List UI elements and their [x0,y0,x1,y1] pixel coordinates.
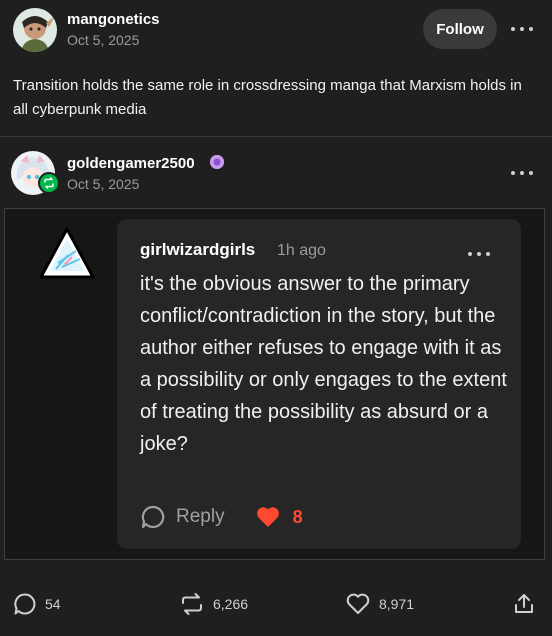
more-dots-icon[interactable] [468,250,490,258]
like-button[interactable]: 8,971 [345,590,414,618]
reblog-date: Oct 5, 2025 [67,176,140,192]
post-text: Transition holds the same role in crossd… [13,77,522,118]
more-dots-icon[interactable] [511,25,533,33]
heart-icon [346,593,370,614]
comments-button[interactable]: 54 [13,590,61,618]
reblog-button[interactable]: 6,266 [179,590,248,618]
reblog-badge-icon [38,172,60,194]
post-footer: 54 6,266 8,971 [0,590,552,620]
reply-author-username[interactable]: girlwizardgirls [140,240,255,260]
reply-body: it's the obvious answer to the primary c… [140,273,507,455]
reply-button[interactable]: Reply [176,506,225,528]
share-icon [515,594,533,613]
speech-bubble-icon[interactable] [140,504,166,530]
blog-badge-icon [210,155,224,169]
more-dots-icon[interactable] [511,169,533,177]
author-avatar[interactable] [13,8,57,52]
post-header: mangonetics Oct 5, 2025 Follow [0,0,552,60]
follow-button[interactable]: Follow [423,9,497,49]
share-button[interactable] [512,590,536,618]
heart-icon[interactable] [255,505,281,529]
reblogger-username[interactable]: goldengamer2500 [67,155,195,172]
speech-bubble-icon [14,593,36,615]
divider [0,136,552,137]
post-date: Oct 5, 2025 [67,32,140,48]
reblog-icon [182,593,202,615]
reply-actions: Reply 8 [140,503,303,531]
reply-like-count: 8 [292,506,303,527]
comment-count: 54 [45,596,61,612]
like-count: 8,971 [379,596,415,612]
reblog-count: 6,266 [213,596,249,612]
author-username[interactable]: mangonetics [67,11,160,28]
reply-author-avatar[interactable] [38,225,96,285]
reply-timestamp: 1h ago [277,242,326,259]
